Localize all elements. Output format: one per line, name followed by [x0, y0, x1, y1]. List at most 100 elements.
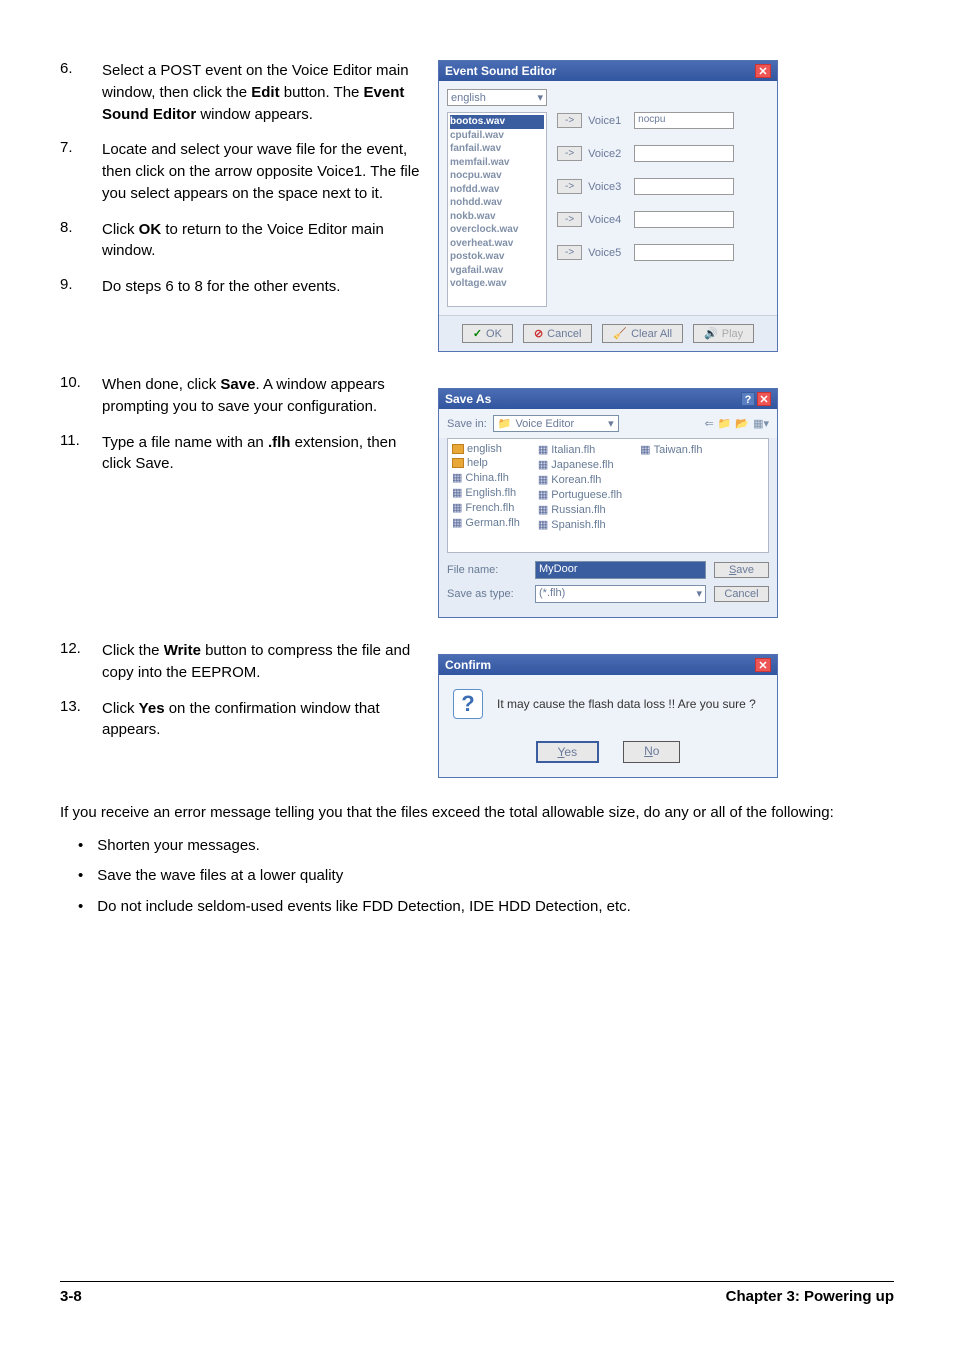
- assign-arrow-button[interactable]: ->: [557, 245, 582, 260]
- voice-label: Voice1: [588, 115, 628, 127]
- list-item[interactable]: vgafail.wav: [450, 264, 544, 278]
- window-title: Save As: [445, 392, 491, 406]
- save-in-dropdown[interactable]: 📁 Voice Editor ▾: [493, 415, 619, 432]
- window-title: Event Sound Editor: [445, 64, 556, 78]
- play-button[interactable]: 🔊Play: [693, 324, 754, 343]
- list-item[interactable]: ▦Spanish.flh: [538, 518, 622, 531]
- step-text: When done, click Save. A window appears …: [102, 374, 420, 418]
- chevron-down-icon: ▾: [608, 417, 614, 430]
- assign-arrow-button[interactable]: ->: [557, 113, 582, 128]
- up-folder-icon[interactable]: 📁: [718, 417, 732, 430]
- step-number: 9.: [60, 276, 102, 298]
- list-item[interactable]: nohdd.wav: [450, 196, 544, 210]
- list-item[interactable]: fanfail.wav: [450, 142, 544, 156]
- list-item[interactable]: nokb.wav: [450, 210, 544, 224]
- save-as-type-dropdown[interactable]: (*.flh)▾: [535, 585, 706, 603]
- voice-value: [634, 244, 734, 261]
- step-number: 6.: [60, 60, 102, 125]
- list-item[interactable]: ▦China.flh: [452, 471, 520, 484]
- list-item[interactable]: overclock.wav: [450, 223, 544, 237]
- clear-all-button[interactable]: 🧹Clear All: [602, 324, 683, 343]
- close-icon[interactable]: ✕: [757, 392, 771, 406]
- check-icon: ✓: [473, 327, 482, 340]
- list-item[interactable]: nocpu.wav: [450, 169, 544, 183]
- file-icon: ▦: [452, 471, 462, 484]
- yes-button[interactable]: Yes: [536, 741, 600, 763]
- file-name-label: File name:: [447, 564, 527, 576]
- speaker-icon: 🔊: [704, 327, 718, 340]
- step-number: 13.: [60, 698, 102, 742]
- list-item[interactable]: ▦Italian.flh: [538, 443, 622, 456]
- list-item[interactable]: memfail.wav: [450, 156, 544, 170]
- file-icon: ▦: [452, 486, 462, 499]
- list-item[interactable]: ▦Portuguese.flh: [538, 488, 622, 501]
- folder-icon: [452, 444, 464, 454]
- cancel-button[interactable]: Cancel: [714, 586, 769, 602]
- file-icon: ▦: [538, 458, 548, 471]
- list-item[interactable]: english: [452, 443, 520, 455]
- step-text: Type a file name with an .flh extension,…: [102, 432, 420, 476]
- step-number: 11.: [60, 432, 102, 476]
- ok-button[interactable]: ✓OK: [462, 324, 513, 343]
- file-icon: ▦: [640, 443, 650, 456]
- event-sound-editor-window: Event Sound Editor ✕ english▾ bootos.wav…: [438, 60, 778, 352]
- page-number: 3-8: [60, 1288, 82, 1305]
- list-item[interactable]: overheat.wav: [450, 237, 544, 251]
- list-item[interactable]: ▦Korean.flh: [538, 473, 622, 486]
- back-icon[interactable]: ⇐: [704, 417, 713, 430]
- cancel-button[interactable]: ⊘Cancel: [523, 324, 592, 343]
- list-item[interactable]: bootos.wav: [450, 115, 544, 129]
- list-item[interactable]: help: [452, 457, 520, 469]
- bullet-icon: •: [78, 835, 83, 858]
- file-browser[interactable]: english help ▦China.flh ▦English.flh ▦Fr…: [447, 438, 769, 553]
- file-name-input[interactable]: MyDoor: [535, 561, 706, 579]
- step-text: Click Yes on the confirmation window tha…: [102, 698, 420, 742]
- step-text: Locate and select your wave file for the…: [102, 139, 420, 204]
- list-item[interactable]: ▦Russian.flh: [538, 503, 622, 516]
- help-icon[interactable]: ?: [741, 392, 755, 406]
- step-text: Click OK to return to the Voice Editor m…: [102, 219, 420, 263]
- step-text: Click the Write button to compress the f…: [102, 640, 420, 684]
- step-text: Do steps 6 to 8 for the other events.: [102, 276, 420, 298]
- assign-arrow-button[interactable]: ->: [557, 212, 582, 227]
- close-icon[interactable]: ✕: [755, 658, 771, 672]
- assign-arrow-button[interactable]: ->: [557, 146, 582, 161]
- assign-arrow-button[interactable]: ->: [557, 179, 582, 194]
- voice-label: Voice4: [588, 214, 628, 226]
- question-icon: ?: [453, 689, 483, 719]
- bullet-text: Shorten your messages.: [97, 835, 260, 858]
- bullet-text: Do not include seldom-used events like F…: [97, 896, 631, 919]
- file-icon: ▦: [452, 501, 462, 514]
- folder-icon: [452, 458, 464, 468]
- save-button[interactable]: Save: [714, 562, 769, 578]
- cancel-icon: ⊘: [534, 327, 543, 340]
- step-text: Select a POST event on the Voice Editor …: [102, 60, 420, 125]
- bullet-icon: •: [78, 865, 83, 888]
- eraser-icon: 🧹: [613, 327, 627, 340]
- close-icon[interactable]: ✕: [755, 64, 771, 78]
- new-folder-icon[interactable]: 📂: [735, 417, 749, 430]
- list-item[interactable]: nofdd.wav: [450, 183, 544, 197]
- confirm-dialog: Confirm ✕ ? It may cause the flash data …: [438, 654, 778, 778]
- step-number: 7.: [60, 139, 102, 204]
- list-item[interactable]: ▦Taiwan.flh: [640, 443, 702, 456]
- list-item[interactable]: voltage.wav: [450, 277, 544, 291]
- list-item[interactable]: postok.wav: [450, 250, 544, 264]
- list-item[interactable]: ▦Japanese.flh: [538, 458, 622, 471]
- step-number: 10.: [60, 374, 102, 418]
- save-in-label: Save in:: [447, 418, 487, 430]
- file-icon: ▦: [538, 503, 548, 516]
- list-item[interactable]: ▦French.flh: [452, 501, 520, 514]
- no-button[interactable]: No: [623, 741, 680, 763]
- list-item[interactable]: cpufail.wav: [450, 129, 544, 143]
- list-item[interactable]: ▦English.flh: [452, 486, 520, 499]
- chevron-down-icon: ▾: [696, 587, 702, 601]
- save-as-dialog: Save As ? ✕ Save in: 📁 Voice Editor ▾ ⇐: [438, 388, 778, 618]
- step-number: 12.: [60, 640, 102, 684]
- body-paragraph: If you receive an error message telling …: [60, 802, 894, 825]
- file-icon: ▦: [538, 488, 548, 501]
- list-item[interactable]: ▦German.flh: [452, 516, 520, 529]
- wave-file-list[interactable]: bootos.wav cpufail.wav fanfail.wav memfa…: [447, 112, 547, 307]
- view-icon[interactable]: ▦▾: [753, 417, 769, 430]
- language-dropdown[interactable]: english▾: [447, 89, 547, 106]
